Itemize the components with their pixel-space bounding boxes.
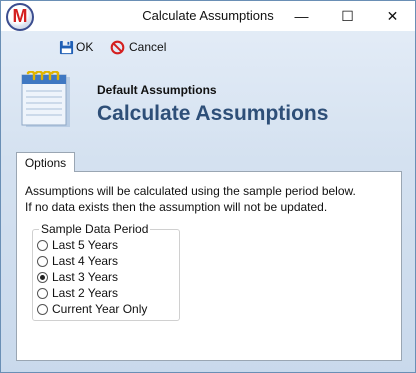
cancel-icon	[110, 40, 125, 54]
title-bar[interactable]: M Calculate Assumptions — ☐ ✕	[1, 1, 415, 31]
radio-last-5-years[interactable]: Last 5 Years	[37, 237, 118, 253]
options-panel: Assumptions will be calculated using the…	[16, 171, 402, 361]
radio-label: Last 2 Years	[52, 286, 119, 300]
group-label: Sample Data Period	[39, 222, 151, 236]
radio-last-4-years[interactable]: Last 4 Years	[37, 253, 118, 269]
radio-button[interactable]	[37, 239, 48, 251]
page-title: Calculate Assumptions	[97, 102, 329, 125]
description-text: Assumptions will be calculated using the…	[25, 183, 356, 215]
radio-button[interactable]	[37, 303, 48, 315]
cancel-label: Cancel	[129, 40, 167, 54]
radio-button[interactable]	[37, 255, 48, 267]
radio-current-year-only[interactable]: Current Year Only	[37, 301, 147, 317]
toolbar: OK Cancel	[1, 31, 415, 61]
tab-options[interactable]: Options	[16, 152, 75, 172]
radio-button[interactable]	[37, 287, 48, 299]
ok-button[interactable]: OK	[59, 38, 93, 56]
header-subtitle: Default Assumptions	[97, 83, 217, 97]
maximize-button[interactable]: ☐	[325, 1, 370, 31]
radio-label: Last 3 Years	[52, 270, 119, 284]
radio-button-selected[interactable]	[37, 271, 48, 283]
description-line-2: If no data exists then the assumption wi…	[25, 200, 328, 214]
save-icon	[59, 40, 74, 54]
ok-label: OK	[76, 40, 94, 54]
description-line-1: Assumptions will be calculated using the…	[25, 184, 356, 198]
sample-period-group: Sample Data Period Last 5 Years Last 4 Y…	[32, 222, 180, 321]
close-button[interactable]: ✕	[370, 1, 415, 31]
radio-label: Last 5 Years	[52, 238, 119, 252]
minimize-button[interactable]: —	[279, 1, 324, 31]
notepad-icon	[21, 71, 70, 127]
cancel-button[interactable]: Cancel	[110, 38, 166, 56]
radio-label: Current Year Only	[52, 302, 148, 316]
dialog-window: M Calculate Assumptions — ☐ ✕ OK Cancel	[0, 0, 416, 373]
radio-last-3-years[interactable]: Last 3 Years	[37, 269, 118, 285]
radio-last-2-years[interactable]: Last 2 Years	[37, 285, 118, 301]
radio-label: Last 4 Years	[52, 254, 119, 268]
